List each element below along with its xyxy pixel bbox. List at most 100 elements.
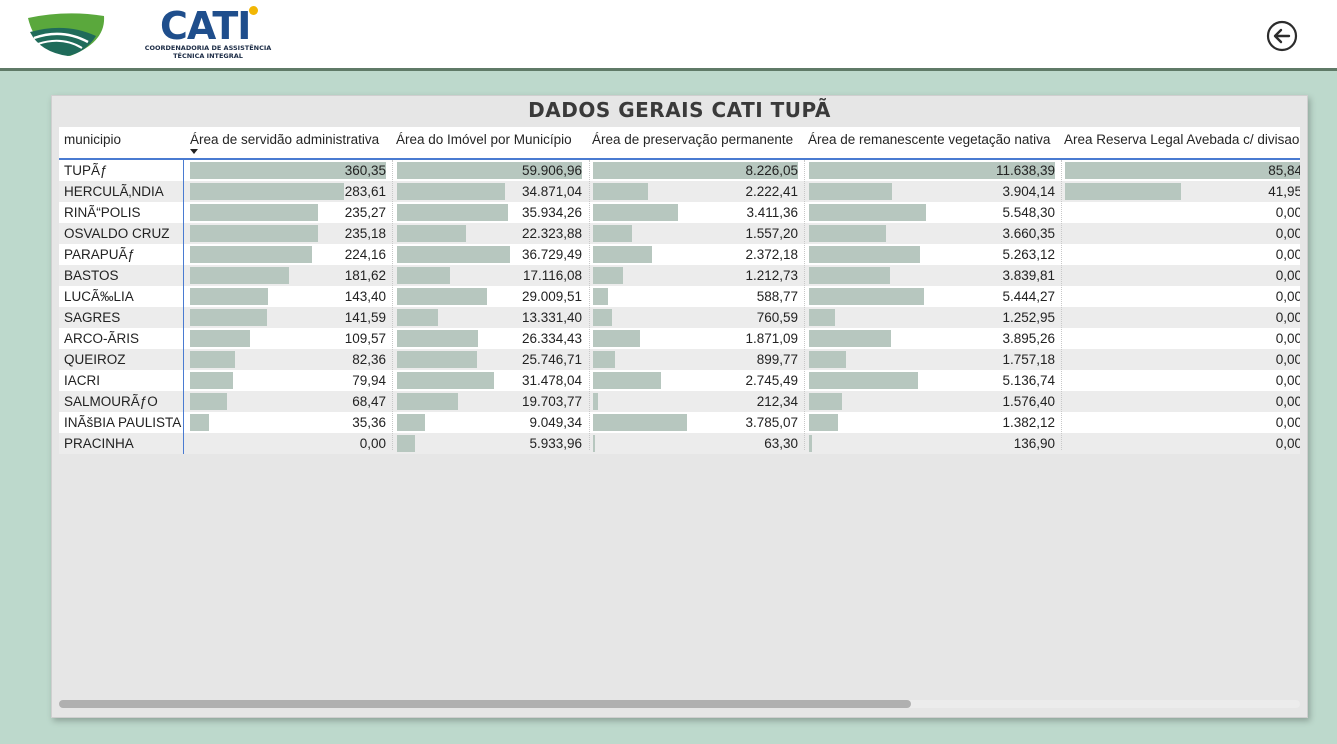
cell-remanescente: 3.839,81 <box>1002 268 1055 283</box>
table-row[interactable]: INÃšBIA PAULISTA 35,36 9.049,34 3.785,07 1.3… <box>59 412 1300 433</box>
cell-reserva: 0,00 <box>1275 310 1300 325</box>
table-row[interactable]: PRACINHA 0,00 5.933,96 63,30 136,90 0,00 <box>59 433 1300 454</box>
table-row[interactable]: PARAPUÃƒ 224,16 36.729,49 2.372,18 5.263,12 0… <box>59 244 1300 265</box>
horizontal-scrollbar-thumb[interactable] <box>59 700 911 708</box>
cell-servidao: 235,27 <box>344 205 386 220</box>
cell-reserva: 0,00 <box>1275 352 1300 367</box>
cell-reserva: 41,95 <box>1268 184 1300 199</box>
cell-municipio: PRACINHA <box>64 436 134 451</box>
cell-municipio: BASTOS <box>64 268 119 283</box>
cell-servidao: 0,00 <box>359 436 386 451</box>
cell-app: 1.557,20 <box>745 226 798 241</box>
col-header-imovel[interactable]: Área do Imóvel por Município <box>396 127 588 158</box>
cati-logo-word: CATI <box>160 4 251 48</box>
cell-remanescente: 5.548,30 <box>1002 205 1055 220</box>
column-separator <box>1061 160 1062 450</box>
cell-servidao: 82,36 <box>352 352 386 367</box>
cell-reserva: 0,00 <box>1275 415 1300 430</box>
back-arrow-icon[interactable] <box>1266 20 1298 52</box>
cell-municipio: INÃšBIA PAULISTA <box>64 415 182 430</box>
cell-remanescente: 11.638,39 <box>995 163 1055 178</box>
col-header-reserva[interactable]: Area Reserva Legal Avebada c/ divisao <box>1064 127 1300 158</box>
col-header-municipio[interactable]: municipio <box>64 127 182 158</box>
column-separator <box>589 160 590 450</box>
column-separator <box>804 160 805 450</box>
cell-imovel: 17.116,08 <box>522 268 582 283</box>
cell-municipio: ARCO-ÃRIS <box>64 331 140 346</box>
table-row[interactable]: ARCO-ÃRIS 109,57 26.334,43 1.871,09 3.895,26… <box>59 328 1300 349</box>
cell-municipio: IACRI <box>64 373 101 388</box>
cati-logo-subtitle-1: COORDENADORIA DE ASSISTÊNCIA <box>144 44 272 52</box>
cell-imovel: 22.323,88 <box>521 226 582 241</box>
data-panel: DADOS GERAIS CATI TUPÃ municipio Área de… <box>51 95 1308 718</box>
cell-remanescente: 1.382,12 <box>1002 415 1055 430</box>
cell-remanescente: 136,90 <box>1013 436 1055 451</box>
table-row[interactable]: LUCÃ‰LIA 143,40 29.009,51 588,77 5.444,27 0,0… <box>59 286 1300 307</box>
cell-app: 63,30 <box>764 436 798 451</box>
cell-remanescente: 3.660,35 <box>1002 226 1055 241</box>
table-row[interactable]: OSVALDO CRUZ 235,18 22.323,88 1.557,20 3.660… <box>59 223 1300 244</box>
sort-desc-icon <box>190 149 198 154</box>
cell-imovel: 31.478,04 <box>521 373 582 388</box>
table-row[interactable]: HERCULÃ‚NDIA 283,61 34.871,04 2.222,41 3.904… <box>59 181 1300 202</box>
table-row[interactable]: SAGRES 141,59 13.331,40 760,59 1.252,95 0,00 <box>59 307 1300 328</box>
cell-app: 8.226,05 <box>745 163 798 178</box>
cell-app: 1.871,09 <box>745 331 798 346</box>
cati-logo-subtitle-2: TÉCNICA INTEGRAL <box>173 52 243 60</box>
cell-servidao: 360,35 <box>344 163 386 178</box>
cell-municipio: LUCÃ‰LIA <box>64 289 134 304</box>
cell-reserva: 0,00 <box>1275 268 1300 283</box>
cell-servidao: 68,47 <box>352 394 386 409</box>
cell-municipio: SAGRES <box>64 310 121 325</box>
cell-remanescente: 1.757,18 <box>1002 352 1055 367</box>
cell-app: 2.745,49 <box>745 373 798 388</box>
cell-remanescente: 3.895,26 <box>1002 331 1055 346</box>
cell-app: 3.411,36 <box>746 205 798 220</box>
cell-servidao: 224,16 <box>344 247 386 262</box>
cell-imovel: 19.703,77 <box>521 394 582 409</box>
cell-remanescente: 1.252,95 <box>1002 310 1055 325</box>
cell-imovel: 9.049,34 <box>529 415 582 430</box>
frozen-column-divider <box>183 160 184 454</box>
data-table[interactable]: municipio Área de servidão administrativ… <box>59 127 1300 457</box>
table-row[interactable]: IACRI 79,94 31.478,04 2.745,49 5.136,74 0,00 <box>59 370 1300 391</box>
col-header-app[interactable]: Área de preservação permanente <box>592 127 802 158</box>
sp-green-logo-icon <box>28 13 105 56</box>
cati-logo-dot <box>249 6 258 15</box>
cell-servidao: 235,18 <box>344 226 386 241</box>
cell-remanescente: 3.904,14 <box>1002 184 1055 199</box>
table-header: municipio Área de servidão administrativ… <box>59 127 1300 160</box>
table-row[interactable]: SALMOURÃƒO 68,47 19.703,77 212,34 1.576,40 0,… <box>59 391 1300 412</box>
top-bar: CATI COORDENADORIA DE ASSISTÊNCIA TÉCNIC… <box>0 0 1337 71</box>
cell-reserva: 0,00 <box>1275 394 1300 409</box>
cell-remanescente: 5.263,12 <box>1002 247 1055 262</box>
cell-municipio: OSVALDO CRUZ <box>64 226 170 241</box>
col-header-remanescente[interactable]: Área de remanescente vegetação nativa <box>808 127 1060 158</box>
cell-municipio: PARAPUÃƒ <box>64 247 136 262</box>
table-row[interactable]: QUEIROZ 82,36 25.746,71 899,77 1.757,18 0,00 <box>59 349 1300 370</box>
cell-servidao: 143,40 <box>344 289 386 304</box>
cell-municipio: TUPÃƒ <box>64 163 108 178</box>
cell-servidao: 283,61 <box>344 184 386 199</box>
cell-imovel: 13.331,40 <box>521 310 582 325</box>
cell-reserva: 0,00 <box>1275 289 1300 304</box>
table-row[interactable]: TUPÃƒ 360,35 59.906,96 8.226,05 11.638,39 85,… <box>59 160 1300 181</box>
cell-app: 212,34 <box>756 394 798 409</box>
cell-imovel: 34.871,04 <box>521 184 582 199</box>
cell-app: 760,59 <box>756 310 798 325</box>
cell-app: 588,77 <box>756 289 798 304</box>
cell-reserva: 0,00 <box>1275 247 1300 262</box>
cell-reserva: 0,00 <box>1275 373 1300 388</box>
panel-title: DADOS GERAIS CATI TUPÃ <box>528 98 831 122</box>
cell-imovel: 35.934,26 <box>521 205 582 220</box>
col-header-servidao[interactable]: Área de servidão administrativa <box>190 127 390 158</box>
cell-imovel: 26.334,43 <box>521 331 582 346</box>
cell-reserva: 0,00 <box>1275 205 1300 220</box>
cell-servidao: 109,57 <box>344 331 386 346</box>
table-row[interactable]: RINÃ“POLIS 235,27 35.934,26 3.411,36 5.548,3… <box>59 202 1300 223</box>
horizontal-scrollbar[interactable] <box>59 700 1300 708</box>
cell-municipio: RINÃ“POLIS <box>64 205 141 220</box>
cell-servidao: 141,59 <box>344 310 386 325</box>
cell-remanescente: 5.136,74 <box>1002 373 1055 388</box>
table-row[interactable]: BASTOS 181,62 17.116,08 1.212,73 3.839,81 0,0… <box>59 265 1300 286</box>
